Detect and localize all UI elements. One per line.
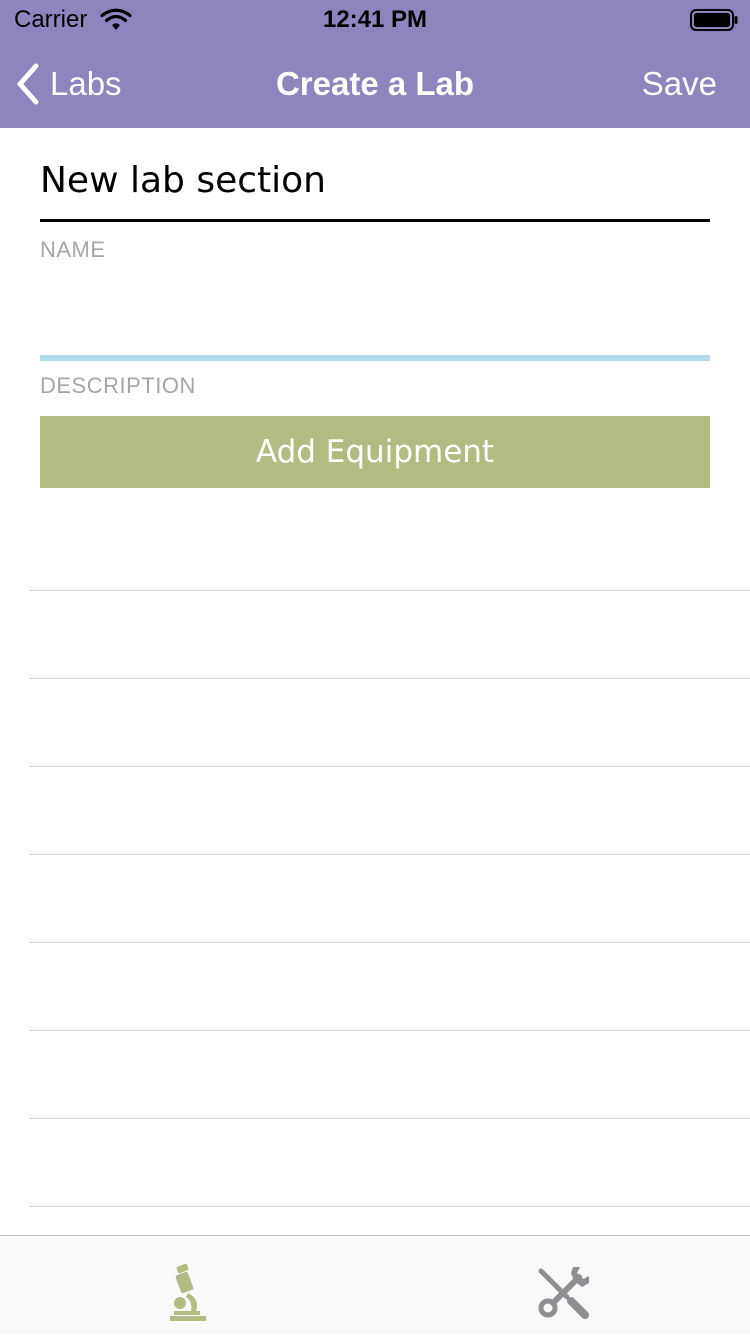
tab-tools[interactable]: [375, 1236, 750, 1335]
lab-section-title: New lab section: [40, 160, 326, 201]
description-label: DESCRIPTION: [40, 373, 196, 398]
name-label: NAME: [40, 237, 106, 262]
tab-labs[interactable]: [0, 1236, 375, 1335]
tab-bar: [0, 1235, 750, 1334]
equipment-row[interactable]: [30, 1119, 750, 1207]
navigation-header: Carrier 12:41 PM Create a Lab Labs Save: [0, 0, 750, 128]
equipment-row[interactable]: [30, 591, 750, 679]
add-equipment-button[interactable]: Add Equipment: [40, 416, 710, 488]
tools-icon: [538, 1266, 589, 1319]
equipment-row[interactable]: [30, 1031, 750, 1119]
equipment-row[interactable]: [30, 855, 750, 943]
equipment-list: [30, 503, 750, 1295]
back-button-label: Labs: [50, 65, 122, 102]
equipment-row[interactable]: [30, 679, 750, 767]
equipment-row[interactable]: [30, 767, 750, 855]
save-button[interactable]: Save: [642, 40, 717, 128]
name-input[interactable]: [40, 270, 710, 354]
status-time: 12:41 PM: [322, 6, 428, 33]
title-divider: [40, 219, 710, 222]
equipment-row[interactable]: [30, 943, 750, 1031]
microscope-icon: [169, 1263, 206, 1321]
chevron-left-icon: [17, 63, 39, 105]
battery-icon: [690, 9, 738, 31]
equipment-row[interactable]: [30, 503, 750, 591]
back-button[interactable]: Labs: [14, 40, 122, 128]
nav-bar: Create a Lab Labs Save: [0, 40, 750, 128]
status-bar: Carrier 12:41 PM: [0, 0, 750, 40]
name-input-underline: [40, 355, 710, 361]
